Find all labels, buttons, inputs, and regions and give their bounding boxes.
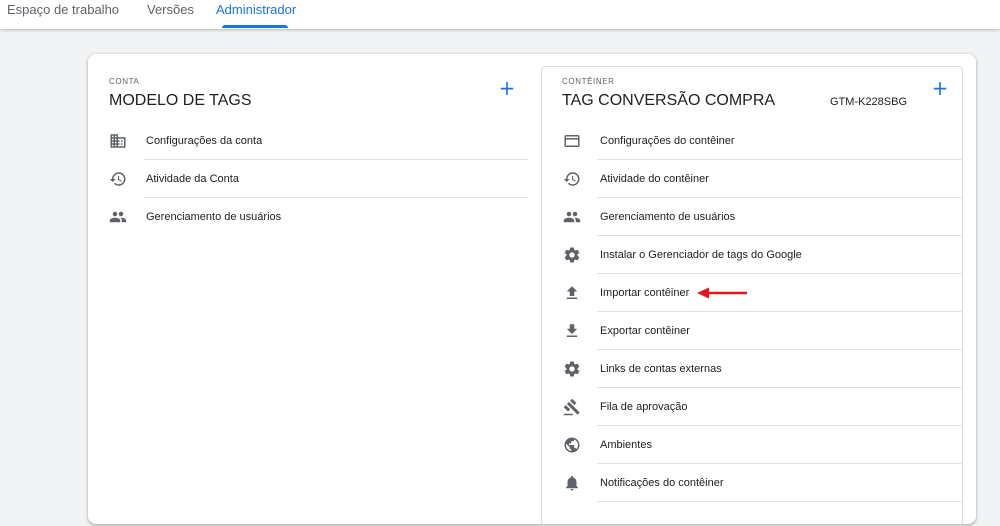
history-icon: [108, 169, 128, 189]
container-item-label: Gerenciamento de usuários: [600, 211, 736, 223]
container-item-external-links[interactable]: Links de contas externas: [562, 350, 962, 388]
tab-workspace[interactable]: Espaço de trabalho: [7, 2, 119, 17]
container-id: GTM-K228SBG: [830, 96, 908, 108]
window-icon: [562, 131, 582, 151]
container-item-label: Instalar o Gerenciador de tags do Google: [600, 249, 802, 261]
gear-icon: [562, 359, 582, 379]
add-account-button[interactable]: +: [497, 78, 517, 98]
account-item-label: Configurações da conta: [146, 135, 263, 147]
container-item-environments[interactable]: Ambientes: [562, 426, 962, 464]
container-eyebrow: CONTÊINER: [562, 77, 615, 86]
history-icon: [562, 169, 582, 189]
tab-admin[interactable]: Administrador: [216, 2, 296, 17]
gavel-icon: [562, 397, 582, 417]
bell-icon: [562, 473, 582, 493]
container-item-label: Importar contêiner: [600, 287, 690, 299]
container-item-activity[interactable]: Atividade do contêiner: [562, 160, 962, 198]
account-eyebrow: CONTA: [109, 77, 140, 86]
account-item-label: Atividade da Conta: [146, 173, 239, 185]
tab-versions[interactable]: Versões: [147, 2, 194, 17]
container-item-label: Ambientes: [600, 439, 652, 451]
account-title: MODELO DE TAGS: [109, 92, 252, 109]
gear-icon: [562, 245, 582, 265]
divider: [597, 501, 962, 502]
add-container-button[interactable]: +: [930, 78, 950, 98]
active-tab-indicator: [222, 25, 288, 28]
container-item-approval-queue[interactable]: Fila de aprovação: [562, 388, 962, 426]
container-item-label: Exportar contêiner: [600, 325, 690, 337]
container-item-export[interactable]: Exportar contêiner: [562, 312, 962, 350]
container-item-label: Fila de aprovação: [600, 401, 688, 413]
account-item-activity[interactable]: Atividade da Conta: [108, 160, 528, 198]
account-item-label: Gerenciamento de usuários: [146, 211, 282, 223]
annotation-arrow-icon: [697, 287, 747, 299]
container-item-label: Links de contas externas: [600, 363, 722, 375]
container-item-label: Configurações do contêiner: [600, 135, 735, 147]
container-item-import[interactable]: Importar contêiner: [562, 274, 962, 312]
account-item-settings[interactable]: Configurações da conta: [108, 122, 528, 160]
top-nav: Espaço de trabalho Versões Administrador: [0, 0, 1000, 29]
globe-icon: [562, 435, 582, 455]
container-item-label: Notificações do contêiner: [600, 477, 724, 489]
download-icon: [562, 321, 582, 341]
container-item-settings[interactable]: Configurações do contêiner: [562, 122, 962, 160]
people-icon: [108, 207, 128, 227]
people-icon: [562, 207, 582, 227]
container-item-users[interactable]: Gerenciamento de usuários: [562, 198, 962, 236]
container-title: TAG CONVERSÃO COMPRA: [562, 92, 776, 109]
container-item-notifications[interactable]: Notificações do contêiner: [562, 464, 962, 502]
building-icon: [108, 131, 128, 151]
upload-icon: [562, 283, 582, 303]
account-item-users[interactable]: Gerenciamento de usuários: [108, 198, 528, 236]
container-item-label: Atividade do contêiner: [600, 173, 709, 185]
container-item-install[interactable]: Instalar o Gerenciador de tags do Google: [562, 236, 962, 274]
